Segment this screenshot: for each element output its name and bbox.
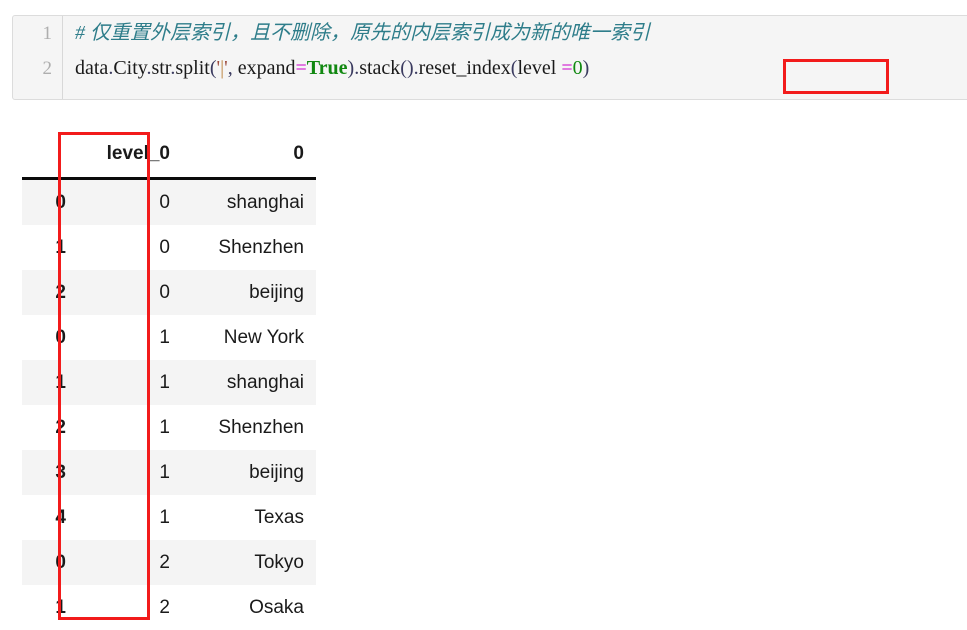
table-row: 11shanghai: [22, 360, 316, 405]
token-method-split: split: [175, 57, 209, 79]
table-row: 10Shenzhen: [22, 225, 316, 270]
table-row: 02Tokyo: [22, 540, 316, 585]
cell-level-0: 1: [80, 405, 182, 450]
table-row: 41Texas: [22, 495, 316, 540]
token-zero-literal: 0: [573, 57, 583, 79]
code-line-1: # 仅重置外层索引，且不删除，原先的内层索引成为新的唯一索引: [75, 16, 967, 51]
cell-value: Shenzhen: [182, 405, 316, 450]
table-header: level_0 0: [22, 130, 316, 179]
cell-level-0: 1: [80, 450, 182, 495]
cell-value: Tokyo: [182, 540, 316, 585]
token-paren-open-1: (: [210, 57, 217, 79]
cell-level-0: 2: [80, 540, 182, 585]
table-row: 12Osaka: [22, 585, 316, 630]
code-line-2: data.City.str.split('|', expand=True).st…: [75, 51, 967, 86]
cell-index: 0: [22, 315, 80, 360]
cell-level-0: 0: [80, 225, 182, 270]
token-stack-parens: (): [400, 57, 413, 79]
token-method-reset-index: reset_index: [419, 57, 511, 79]
code-cell[interactable]: 1 2 # 仅重置外层索引，且不删除，原先的内层索引成为新的唯一索引 data.…: [12, 15, 967, 100]
cell-index: 2: [22, 405, 80, 450]
token-comma: ,: [228, 57, 238, 79]
column-header-index: [22, 130, 80, 179]
cell-value: beijing: [182, 270, 316, 315]
table-row: 20beijing: [22, 270, 316, 315]
cell-level-0: 1: [80, 360, 182, 405]
table-row: 01New York: [22, 315, 316, 360]
cell-level-0: 2: [80, 585, 182, 630]
cell-value: Osaka: [182, 585, 316, 630]
cell-index: 0: [22, 179, 80, 226]
line-number-1: 1: [13, 16, 62, 51]
cell-index: 4: [22, 495, 80, 540]
token-attr-city: City: [113, 57, 146, 79]
cell-index: 2: [22, 270, 80, 315]
cell-index: 1: [22, 225, 80, 270]
cell-level-0: 0: [80, 179, 182, 226]
token-equals-1: =: [296, 57, 307, 79]
cell-value: beijing: [182, 450, 316, 495]
cell-level-0: 0: [80, 270, 182, 315]
token-attr-str: str: [151, 57, 170, 79]
table-row: 31beijing: [22, 450, 316, 495]
token-object: data: [75, 57, 108, 79]
line-number-2: 2: [13, 51, 62, 86]
cell-value: shanghai: [182, 179, 316, 226]
cell-index: 0: [22, 540, 80, 585]
code-line-number-gutter: 1 2: [13, 16, 63, 99]
cell-value: Texas: [182, 495, 316, 540]
code-editor-lines[interactable]: # 仅重置外层索引，且不删除，原先的内层索引成为新的唯一索引 data.City…: [75, 16, 967, 99]
token-true-literal: True: [307, 57, 348, 79]
cell-value: New York: [182, 315, 316, 360]
cell-level-0: 1: [80, 495, 182, 540]
table-row: 21Shenzhen: [22, 405, 316, 450]
table-body: 00shanghai10Shenzhen20beijing01New York1…: [22, 179, 316, 630]
table-row: 00shanghai: [22, 179, 316, 226]
token-kwarg-expand: expand: [238, 57, 296, 79]
token-equals-2: =: [561, 57, 572, 79]
cell-value: Shenzhen: [182, 225, 316, 270]
cell-index: 3: [22, 450, 80, 495]
dataframe-output-table: level_0 0 00shanghai10Shenzhen20beijing0…: [22, 130, 316, 630]
token-paren-close-2: ): [583, 57, 590, 79]
column-header-level-0: level_0: [80, 130, 182, 179]
cell-index: 1: [22, 360, 80, 405]
cell-index: 1: [22, 585, 80, 630]
cell-level-0: 1: [80, 315, 182, 360]
column-header-0: 0: [182, 130, 316, 179]
code-comment-text: # 仅重置外层索引，且不删除，原先的内层索引成为新的唯一索引: [75, 22, 650, 44]
cell-value: shanghai: [182, 360, 316, 405]
token-method-stack: stack: [359, 57, 400, 79]
table-header-row: level_0 0: [22, 130, 316, 179]
token-kwarg-level: level: [517, 57, 561, 79]
